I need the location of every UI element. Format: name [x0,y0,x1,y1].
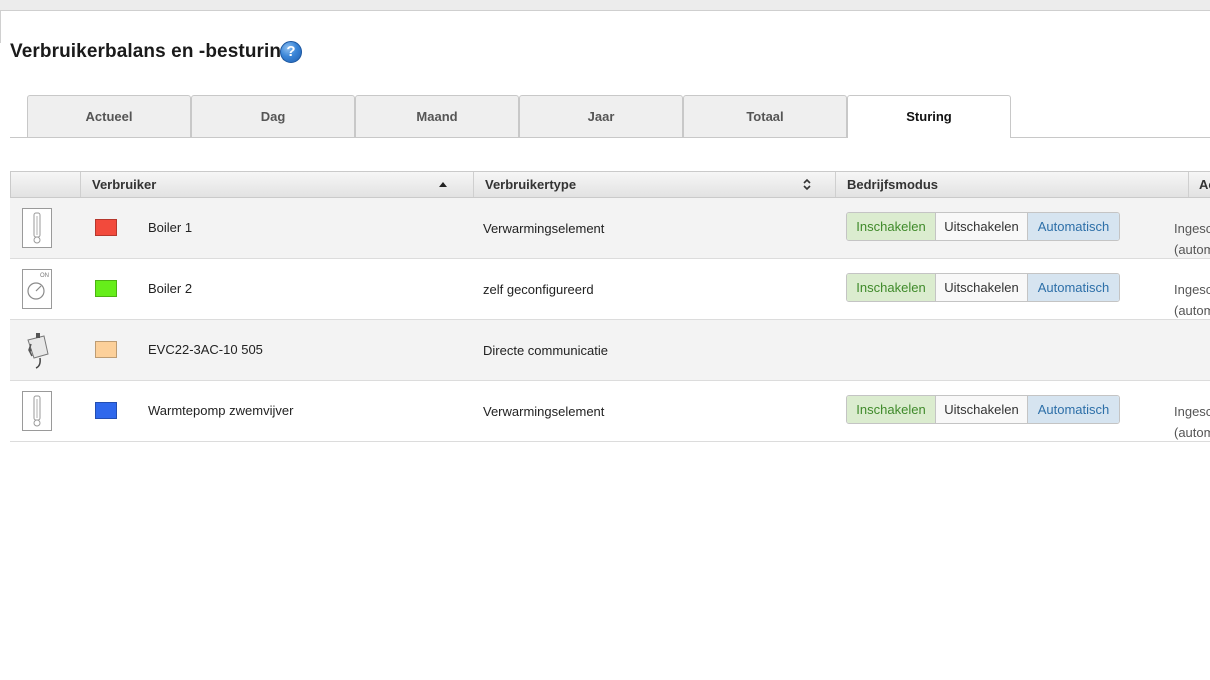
switch-on-button[interactable]: Inschakelen [847,274,936,301]
automatic-button[interactable]: Automatisch [1028,213,1119,240]
consumer-name: Warmtepomp zwemvijver [148,403,294,418]
table-header: Verbruiker Verbruikertype Bedrijfsmodus … [10,171,1210,198]
help-icon[interactable]: ? [280,41,302,63]
tab-totaal[interactable]: Totaal [683,95,847,137]
status-line-2: (autom [1174,303,1210,318]
header-consumer-type-label: Verbruikertype [485,177,577,192]
sort-ascending-icon [439,182,447,187]
status-line-1: Ingesc [1174,282,1210,297]
status-text: Ingesc (autom [1174,279,1210,321]
consumer-color-swatch [95,219,117,236]
status-text: Ingesc (autom [1174,401,1210,443]
consumer-type: Verwarmingselement [483,404,605,419]
switch-on-button[interactable]: Inschakelen [847,396,936,423]
tab-actueel[interactable]: Actueel [27,95,191,137]
automatic-button[interactable]: Automatisch [1028,396,1119,423]
sort-both-icon [803,178,811,191]
status-line-2: (autom [1174,242,1210,257]
table-row: Warmtepomp zwemvijver Verwarmingselement… [10,381,1210,442]
heating-element-icon [22,391,52,431]
frame-edge [0,11,1,43]
table-row: Boiler 1 Verwarmingselement Inschakelen … [10,198,1210,259]
consumer-name: Boiler 1 [148,220,193,235]
tab-maand[interactable]: Maand [355,95,519,137]
consumer-name: EVC22-3AC-10 505 [148,342,263,357]
consumer-name: Boiler 2 [148,281,193,296]
on-switch-icon: ON [22,269,52,309]
status-line-1: Ingesc [1174,404,1210,419]
consumer-type: Verwarmingselement [483,221,605,236]
mode-button-group: Inschakelen Uitschakelen Automatisch [846,395,1120,424]
header-action: Ac [1188,172,1210,197]
consumer-color-swatch [95,402,117,419]
consumer-color-swatch [95,341,117,358]
page-title: Verbruikerbalans en -besturing [10,41,293,62]
header-consumer-type[interactable]: Verbruikertype [473,172,835,197]
header-icon-column [11,172,80,197]
tab-sturing[interactable]: Sturing [847,95,1011,138]
status-text: Ingesc (autom [1174,218,1210,260]
header-consumer[interactable]: Verbruiker [80,172,473,197]
header-operating-mode-label: Bedrijfsmodus [847,177,939,192]
switch-on-button[interactable]: Inschakelen [847,213,936,240]
status-line-1: Ingesc [1174,221,1210,236]
tab-dag[interactable]: Dag [191,95,355,137]
automatic-button[interactable]: Automatisch [1028,274,1119,301]
charger-plug-icon [27,333,49,369]
mode-button-group: Inschakelen Uitschakelen Automatisch [846,273,1120,302]
header-action-label: Ac [1199,177,1210,192]
switch-off-button[interactable]: Uitschakelen [936,213,1028,240]
header-consumer-label: Verbruiker [92,177,157,192]
table-row: EVC22-3AC-10 505 Directe communicatie [10,320,1210,381]
tab-jaar[interactable]: Jaar [519,95,683,137]
heating-element-icon [22,208,52,248]
consumer-type: Directe communicatie [483,343,608,358]
consumer-type: zelf geconfigureerd [483,282,594,297]
switch-off-button[interactable]: Uitschakelen [936,274,1028,301]
status-line-2: (autom [1174,425,1210,440]
switch-off-button[interactable]: Uitschakelen [936,396,1028,423]
consumer-color-swatch [95,280,117,297]
browser-top-bar [0,0,1210,11]
tabs-baseline [10,137,1210,138]
svg-text:ON: ON [40,273,49,279]
table-row: ON Boiler 2 zelf geconfigureerd Inschake… [10,259,1210,320]
header-operating-mode: Bedrijfsmodus [835,172,1188,197]
mode-button-group: Inschakelen Uitschakelen Automatisch [846,212,1120,241]
